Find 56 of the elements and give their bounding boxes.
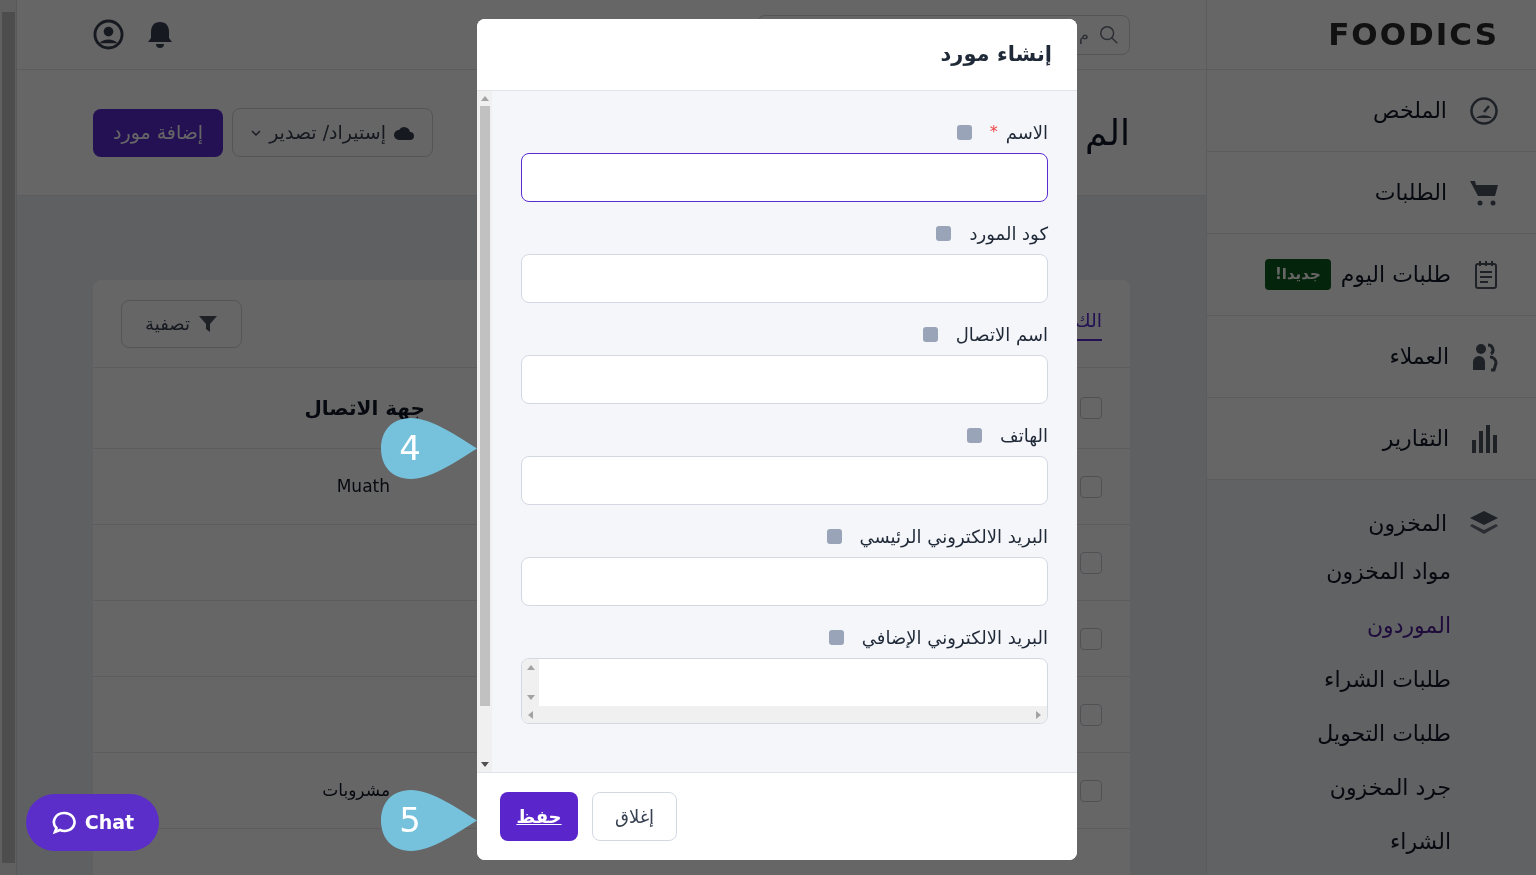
sidebar-subitem[interactable]: الشراء bbox=[1207, 814, 1536, 868]
info-icon[interactable] bbox=[922, 326, 938, 342]
scroll-left-arrow-icon[interactable] bbox=[528, 710, 533, 719]
info-icon[interactable] bbox=[826, 528, 842, 544]
sidebar-subitem[interactable]: طلبات الشراء bbox=[1207, 652, 1536, 706]
import-export-dropdown[interactable]: إستيراد/ تصدير bbox=[232, 108, 433, 157]
chat-button[interactable]: Chat bbox=[26, 794, 159, 851]
cloud-icon bbox=[394, 125, 414, 140]
textarea-field[interactable] bbox=[521, 658, 1048, 724]
step-callout: 4 bbox=[381, 418, 477, 479]
speech-bubble-icon bbox=[50, 809, 77, 836]
gauge-icon bbox=[1469, 95, 1499, 126]
scroll-up-arrow-icon[interactable] bbox=[480, 95, 489, 101]
page-title: الم bbox=[1085, 110, 1130, 156]
info-icon[interactable] bbox=[967, 427, 983, 443]
scrollbar[interactable] bbox=[0, 0, 17, 875]
scroll-right-arrow-icon[interactable] bbox=[1036, 710, 1041, 719]
field-label: الهاتف bbox=[1000, 423, 1048, 449]
add-supplier-button[interactable]: إضافة مورد bbox=[93, 108, 224, 157]
new-badge: جديدا! bbox=[1264, 259, 1331, 290]
user-avatar-icon[interactable] bbox=[93, 19, 124, 50]
sidebar-item[interactable]: المخزون bbox=[1207, 502, 1536, 544]
text-input[interactable] bbox=[521, 153, 1048, 202]
sidebar-item[interactable]: الطلبات bbox=[1207, 152, 1536, 234]
close-button[interactable]: إغلاق bbox=[592, 792, 677, 841]
scroll-up-arrow-icon[interactable] bbox=[526, 665, 535, 670]
field-label: كود المورد bbox=[969, 221, 1048, 247]
bar-chart-icon bbox=[1471, 423, 1499, 454]
info-icon[interactable] bbox=[936, 225, 952, 241]
field-label: البريد الالكتروني الرئيسي bbox=[859, 524, 1048, 550]
dialog-scrollbar[interactable] bbox=[477, 91, 492, 772]
sidebar-subitem[interactable]: مواد المخزون bbox=[1207, 544, 1536, 598]
field-label: البريد الالكتروني الإضافي bbox=[861, 625, 1048, 651]
sidebar-subitem[interactable]: طلبات التحويل bbox=[1207, 706, 1536, 760]
sidebar-item[interactable]: العملاء bbox=[1207, 316, 1536, 398]
brand-logo: FOODICS bbox=[1328, 15, 1499, 55]
dialog-title: إنشاء مورد bbox=[940, 40, 1052, 68]
chevron-down-icon bbox=[251, 129, 262, 136]
layers-icon bbox=[1469, 510, 1499, 536]
scroll-down-arrow-icon[interactable] bbox=[480, 762, 489, 768]
info-icon[interactable] bbox=[956, 124, 972, 140]
field-label: اسم الاتصال bbox=[955, 322, 1048, 348]
users-icon bbox=[1471, 341, 1499, 372]
bell-icon[interactable] bbox=[146, 19, 174, 50]
field-label: الاسم bbox=[1005, 120, 1048, 146]
info-icon[interactable] bbox=[828, 629, 844, 645]
notepad-icon bbox=[1473, 259, 1499, 290]
funnel-icon bbox=[197, 313, 218, 334]
filter-button[interactable]: تصفية bbox=[121, 299, 242, 348]
sidebar-subitem[interactable]: الموردون bbox=[1207, 598, 1536, 652]
search-icon bbox=[1098, 23, 1120, 46]
save-button[interactable]: حفظ bbox=[500, 792, 578, 841]
required-asterisk: * bbox=[989, 121, 998, 143]
sidebar-item[interactable]: الملخص bbox=[1207, 70, 1536, 152]
sidebar-item[interactable]: طلبات اليوم جديدا! bbox=[1207, 234, 1536, 316]
sidebar-subitem[interactable]: جرد المخزون bbox=[1207, 760, 1536, 814]
